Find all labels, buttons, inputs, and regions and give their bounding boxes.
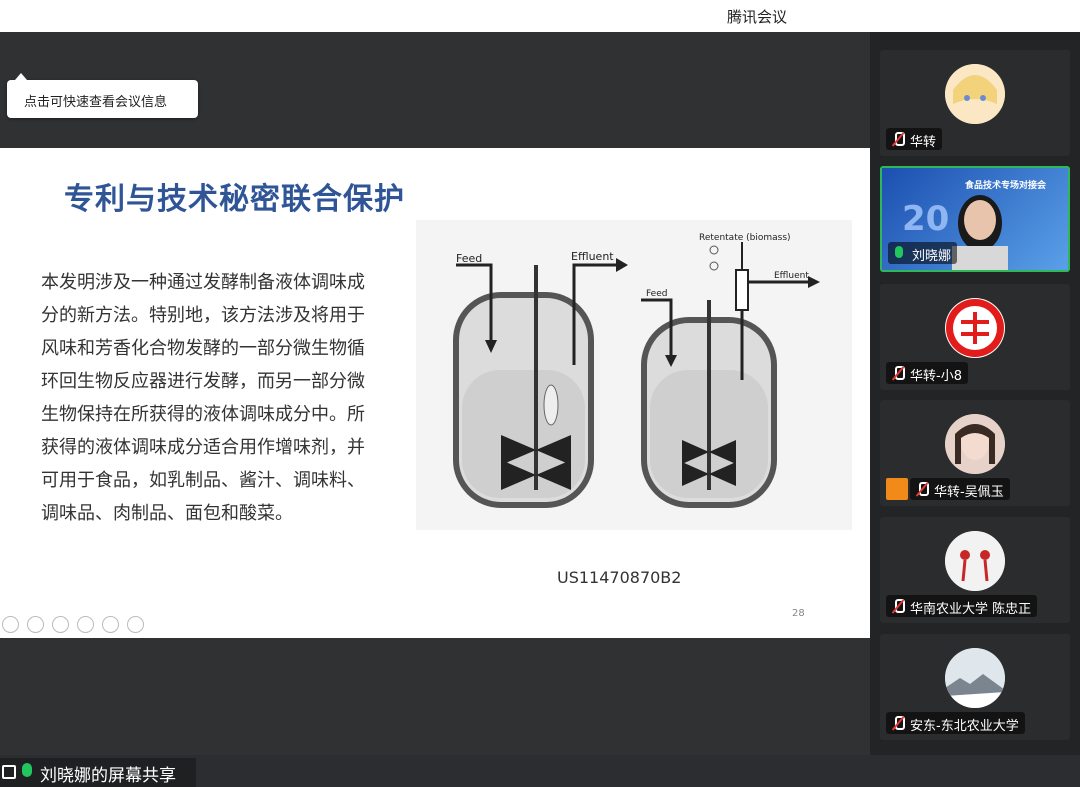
participant-name: 华转	[886, 128, 943, 150]
label-feed-left: Feed	[456, 252, 482, 265]
bioreactor-figure: Feed Effluent Retentate (biomass) Feed E…	[416, 220, 852, 530]
next-icon[interactable]	[27, 616, 44, 633]
window-title: 腾讯会议	[727, 8, 788, 26]
mic-on-icon	[895, 246, 903, 258]
mic-muted-icon	[916, 482, 929, 496]
participant-tile[interactable]: 华南农业大学 陈忠正	[880, 517, 1070, 623]
meeting-info-tooltip[interactable]: 点击可快速查看会议信息	[7, 73, 198, 118]
participant-name-text: 华转	[910, 135, 937, 150]
mic-muted-icon	[892, 716, 905, 730]
title-bar: 腾讯会议	[0, 0, 1080, 32]
slide-page-number: 28	[792, 608, 805, 619]
video-banner-text: 食品技术专场对接会	[964, 179, 1047, 191]
participant-tile[interactable]: 安东-东北农业大学	[880, 634, 1070, 740]
participant-name-text: 华转-吴佩玉	[934, 485, 1004, 500]
zoom-icon[interactable]	[102, 616, 119, 633]
logo-avatar-image	[946, 299, 1004, 357]
participant-tile[interactable]: 华转-吴佩玉	[880, 400, 1070, 506]
label-retentate: Retentate (biomass)	[699, 233, 791, 243]
label-effluent-left: Effluent	[571, 250, 614, 263]
slide-controls	[2, 616, 144, 633]
bioreactor-diagram: Feed Effluent Retentate (biomass) Feed E…	[453, 233, 820, 508]
participant-name: 安东-东北农业大学	[886, 712, 1025, 734]
mic-muted-icon	[892, 366, 905, 380]
avatar	[945, 531, 1005, 591]
avatar	[945, 298, 1005, 358]
pen-icon[interactable]	[52, 616, 69, 633]
svg-text:20: 20	[902, 199, 949, 239]
photo-avatar-image	[945, 414, 1005, 474]
label-feed-right: Feed	[646, 289, 667, 299]
participant-list: 华转 食品技术专场对接会 20 刘晓娜 华转-小8 华转-吴佩玉 华南农业大学 …	[870, 32, 1080, 755]
tooltip-text: 点击可快速查看会议信息	[24, 95, 168, 110]
patent-number: US11470870B2	[557, 568, 682, 587]
mic-on-icon	[22, 763, 32, 777]
slide-title: 专利与技术秘密联合保护	[64, 182, 405, 217]
participant-name: 刘晓娜	[888, 242, 958, 264]
participant-tile-active[interactable]: 食品技术专场对接会 20 刘晓娜	[880, 166, 1070, 272]
participant-name-text: 华转-小8	[910, 369, 962, 384]
participant-name: 华转-小8	[886, 362, 968, 384]
screen-share-text: 刘晓娜的屏幕共享	[40, 766, 176, 786]
participant-tile[interactable]: 华转	[880, 50, 1070, 156]
label-effluent-right: Effluent	[774, 271, 809, 281]
mic-muted-icon	[892, 132, 905, 146]
slide-body-text: 本发明涉及一种通过发酵制备液体调味成分的新方法。特别地，该方法涉及将用于风味和芳…	[41, 272, 365, 524]
shared-screen-area: 点击可快速查看会议信息 专利与技术秘密联合保护 本发明涉及一种通过发酵制备液体调…	[0, 32, 870, 787]
screen-share-label: 刘晓娜的屏幕共享	[0, 758, 196, 787]
avatar	[945, 648, 1005, 708]
participant-tile[interactable]: 华转-小8	[880, 284, 1070, 390]
presentation-slide: 专利与技术秘密联合保护 本发明涉及一种通过发酵制备液体调味成分的新方法。特别地，…	[0, 148, 870, 638]
screen-share-icon	[2, 765, 16, 779]
photo-avatar-image	[945, 648, 1005, 708]
participant-name-text: 安东-东北农业大学	[910, 719, 1019, 734]
mic-muted-icon	[892, 599, 905, 613]
person-icon	[886, 478, 908, 500]
more-icon[interactable]	[127, 616, 144, 633]
participant-name: 华转-吴佩玉	[910, 478, 1010, 500]
photo-avatar-image	[945, 531, 1005, 591]
previous-icon[interactable]	[2, 616, 19, 633]
avatar	[945, 64, 1005, 124]
participant-name-text: 刘晓娜	[912, 249, 952, 264]
participant-name: 华南农业大学 陈忠正	[886, 595, 1038, 617]
cartoon-avatar-image	[945, 64, 1005, 124]
avatar	[945, 414, 1005, 474]
participant-name-text: 华南农业大学 陈忠正	[910, 602, 1032, 617]
slides-icon[interactable]	[77, 616, 94, 633]
